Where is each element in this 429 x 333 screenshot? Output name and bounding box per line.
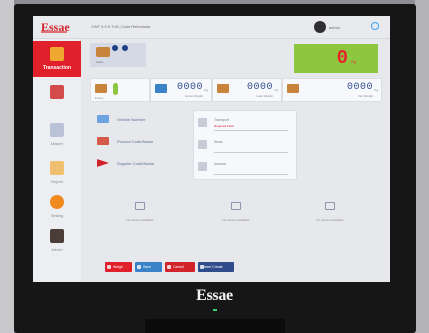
field-label: Supplier Code/Name [117,161,155,166]
reading-empty: Empty [90,78,150,102]
user-avatar-icon[interactable] [314,21,326,33]
field-underline [214,152,288,153]
details-card: Transport Required Field Items Amount [193,110,297,180]
truck-icon [96,47,110,57]
camera-label: No camera available [316,218,344,222]
gear-icon [50,195,64,209]
supplier-icon [97,159,109,167]
camera-icon [325,202,335,210]
sidebar-item-label: Report [50,179,63,184]
reading-load-weight: 0000 Kg Load Weight [212,78,282,102]
load-weight-icon [217,84,229,93]
field-label: Product Code/Name [117,139,154,144]
reading-label: Net Weight [358,94,373,98]
reading-value: 0000 [346,82,373,93]
logo-underline [41,31,67,33]
field-label: Vehicle Number [117,117,146,122]
field-value: Transport [214,118,229,122]
transport-field[interactable]: Transport Required Field [198,114,290,132]
camera-preview-1[interactable]: No camera available [95,184,185,242]
sidebar-item-label: Transaction [42,65,72,71]
save-button[interactable]: Save [135,262,162,272]
camera-panel: No camera available No camera available … [91,176,379,250]
ticket-create-button[interactable]: Ticket Create [198,262,234,272]
sidebar-item-master[interactable]: Master [33,117,81,153]
camera-preview-3[interactable]: No camera available [285,184,375,242]
reading-unit: Kg [374,88,378,92]
required-hint: Required Field [214,124,234,128]
app-header: Essae CWT 9.9.9 TnS | Gold Rethvlanla ad… [33,16,390,39]
document-icon [198,118,207,127]
field-value: Items [214,140,223,144]
scale-selector[interactable]: Scale [90,43,146,67]
reading-gross-weight: 0000 Kg Gross Weight [150,78,212,102]
weighbridge-icon [50,85,64,99]
document-icon [198,140,207,149]
camera-preview-2[interactable]: No camera available [191,184,281,242]
scale-badge-2 [122,45,128,51]
background-wall-left [0,0,14,333]
readings-row: Empty 0000 Kg Gross Weight 0000 Kg Load … [90,78,382,102]
sidebar-item-label: Admin [51,247,63,252]
vehicle-icon [97,115,109,123]
weight-value: 0 [336,47,348,69]
status-indicator [113,83,118,95]
action-buttons: Weigh Save Cancel Ticket Create [105,262,255,272]
document-icon [198,162,207,171]
weight-display: 0 Kg [294,44,378,73]
monitor-brand: Essae [196,287,233,304]
reading-label: Gross Weight [184,94,203,98]
vehicle-number-field[interactable]: Vehicle Number [93,110,187,130]
sidebar: Transaction Master Report Setting Admin [33,39,81,282]
product-code-field[interactable]: Product Code/Name [93,132,187,152]
transaction-form-area: Vehicle Number Product Code/Name Supplie… [93,110,363,180]
field-underline [214,130,288,131]
scale-badge-1 [112,45,118,51]
net-weight-icon [287,84,299,93]
reading-value: 0000 [246,82,273,93]
sidebar-item-label: Master [50,141,64,146]
monitor-stand [145,319,285,333]
admin-user-icon [50,229,64,243]
reading-value: 0000 [176,82,203,93]
reading-unit: Kg [274,88,278,92]
sidebar-item-transaction[interactable]: Transaction [33,41,81,77]
camera-icon [135,202,145,210]
weigh-button[interactable]: Weigh [105,262,132,272]
field-value: Amount [214,162,227,166]
app-title: CWT 9.9.9 TnS | Gold Rethvlanla [91,24,151,29]
camera-label: No camera available [126,218,154,222]
app-window: Essae CWT 9.9.9 TnS | Gold Rethvlanla ad… [33,16,390,282]
power-icon[interactable] [371,22,379,30]
truck-icon [95,84,107,93]
field-underline [214,174,288,175]
user-name[interactable]: admin [329,25,340,30]
camera-icon [231,202,241,210]
sidebar-item-report[interactable]: Report [33,155,81,191]
reading-unit: Kg [204,88,208,92]
database-icon [50,123,64,137]
cancel-button[interactable]: Cancel [165,262,195,272]
scale-label: Scale [96,60,104,64]
items-field[interactable]: Items [198,136,290,154]
truck-icon [50,47,64,61]
reading-label: Load Weight [256,94,273,98]
sidebar-item-weighbridge[interactable] [33,79,81,115]
power-led [213,309,217,311]
gross-weight-icon [155,84,167,93]
report-icon [50,161,64,175]
reading-net-weight: 0000 Kg Net Weight [282,78,382,102]
weight-unit: Kg [351,59,356,64]
background-wall-right [415,0,429,333]
sidebar-item-setting[interactable]: Setting [33,189,81,225]
reading-label: Empty [95,96,104,100]
product-icon [97,137,109,145]
camera-label: No camera available [222,218,250,222]
sidebar-item-label: Setting [50,213,64,218]
sidebar-item-admin[interactable]: Admin [33,223,81,259]
amount-field[interactable]: Amount [198,158,290,176]
supplier-code-field[interactable]: Supplier Code/Name [93,154,187,174]
